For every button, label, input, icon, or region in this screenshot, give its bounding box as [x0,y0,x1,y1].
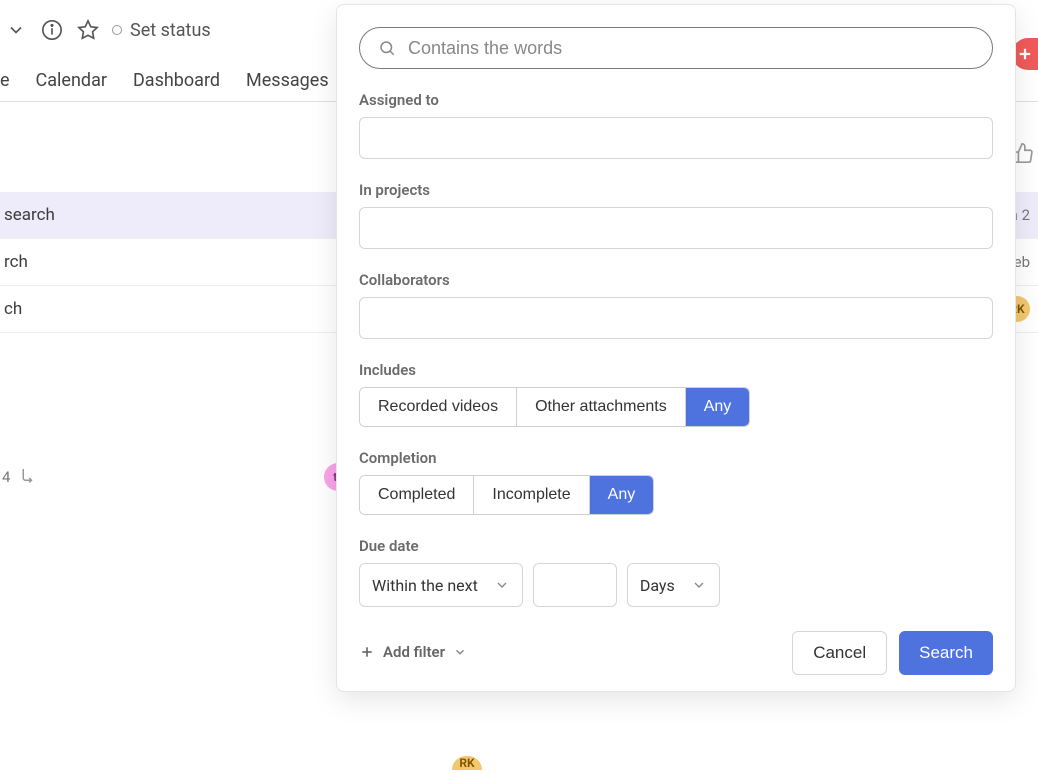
assigned-to-input[interactable] [359,117,993,159]
collaborators-label: Collaborators [359,271,993,289]
collaborators-input[interactable] [359,297,993,339]
subtask-count: 4 [2,468,10,486]
due-amount-input[interactable] [533,563,617,607]
completion-any[interactable]: Any [590,476,654,514]
info-icon[interactable] [40,18,64,42]
search-button[interactable]: Search [899,631,993,675]
nav-item-calendar[interactable]: Calendar [36,70,107,91]
completion-incomplete[interactable]: Incomplete [474,476,589,514]
status-indicator-icon [112,25,122,35]
search-box[interactable] [359,27,993,69]
nav-item-messages[interactable]: Messages [246,70,329,91]
chevron-down-icon [453,645,467,659]
nav-item-dashboard[interactable]: Dashboard [133,70,220,91]
cancel-button[interactable]: Cancel [792,631,887,675]
includes-any[interactable]: Any [686,388,750,426]
includes-label: Includes [359,361,993,379]
assigned-to-label: Assigned to [359,91,993,109]
in-projects-input[interactable] [359,207,993,249]
advanced-search-panel: Assigned to In projects Collaborators In… [336,4,1016,692]
due-date-label: Due date [359,537,993,555]
search-icon [378,39,396,57]
plus-icon [359,644,375,660]
in-projects-label: In projects [359,181,993,199]
chevron-down-icon[interactable] [4,18,28,42]
due-range-value: Within the next [372,576,478,595]
add-filter-label: Add filter [383,643,445,661]
nav-item-0[interactable]: e [0,70,10,91]
avatar: RK [452,756,482,770]
subtask-icon [18,466,36,488]
completion-completed[interactable]: Completed [360,476,474,514]
completion-label: Completion [359,449,993,467]
star-icon[interactable] [76,18,100,42]
status-label: Set status [130,20,211,41]
includes-recorded[interactable]: Recorded videos [360,388,517,426]
chevron-down-icon [494,577,510,593]
completion-group: Completed Incomplete Any [359,475,654,515]
includes-group: Recorded videos Other attachments Any [359,387,750,427]
set-status[interactable]: Set status [112,20,211,41]
includes-attachments[interactable]: Other attachments [517,388,686,426]
due-range-select[interactable]: Within the next [359,563,523,607]
due-unit-select[interactable]: Days [627,563,720,607]
chevron-down-icon [691,577,707,593]
search-input[interactable] [408,38,974,59]
due-unit-value: Days [640,576,675,595]
